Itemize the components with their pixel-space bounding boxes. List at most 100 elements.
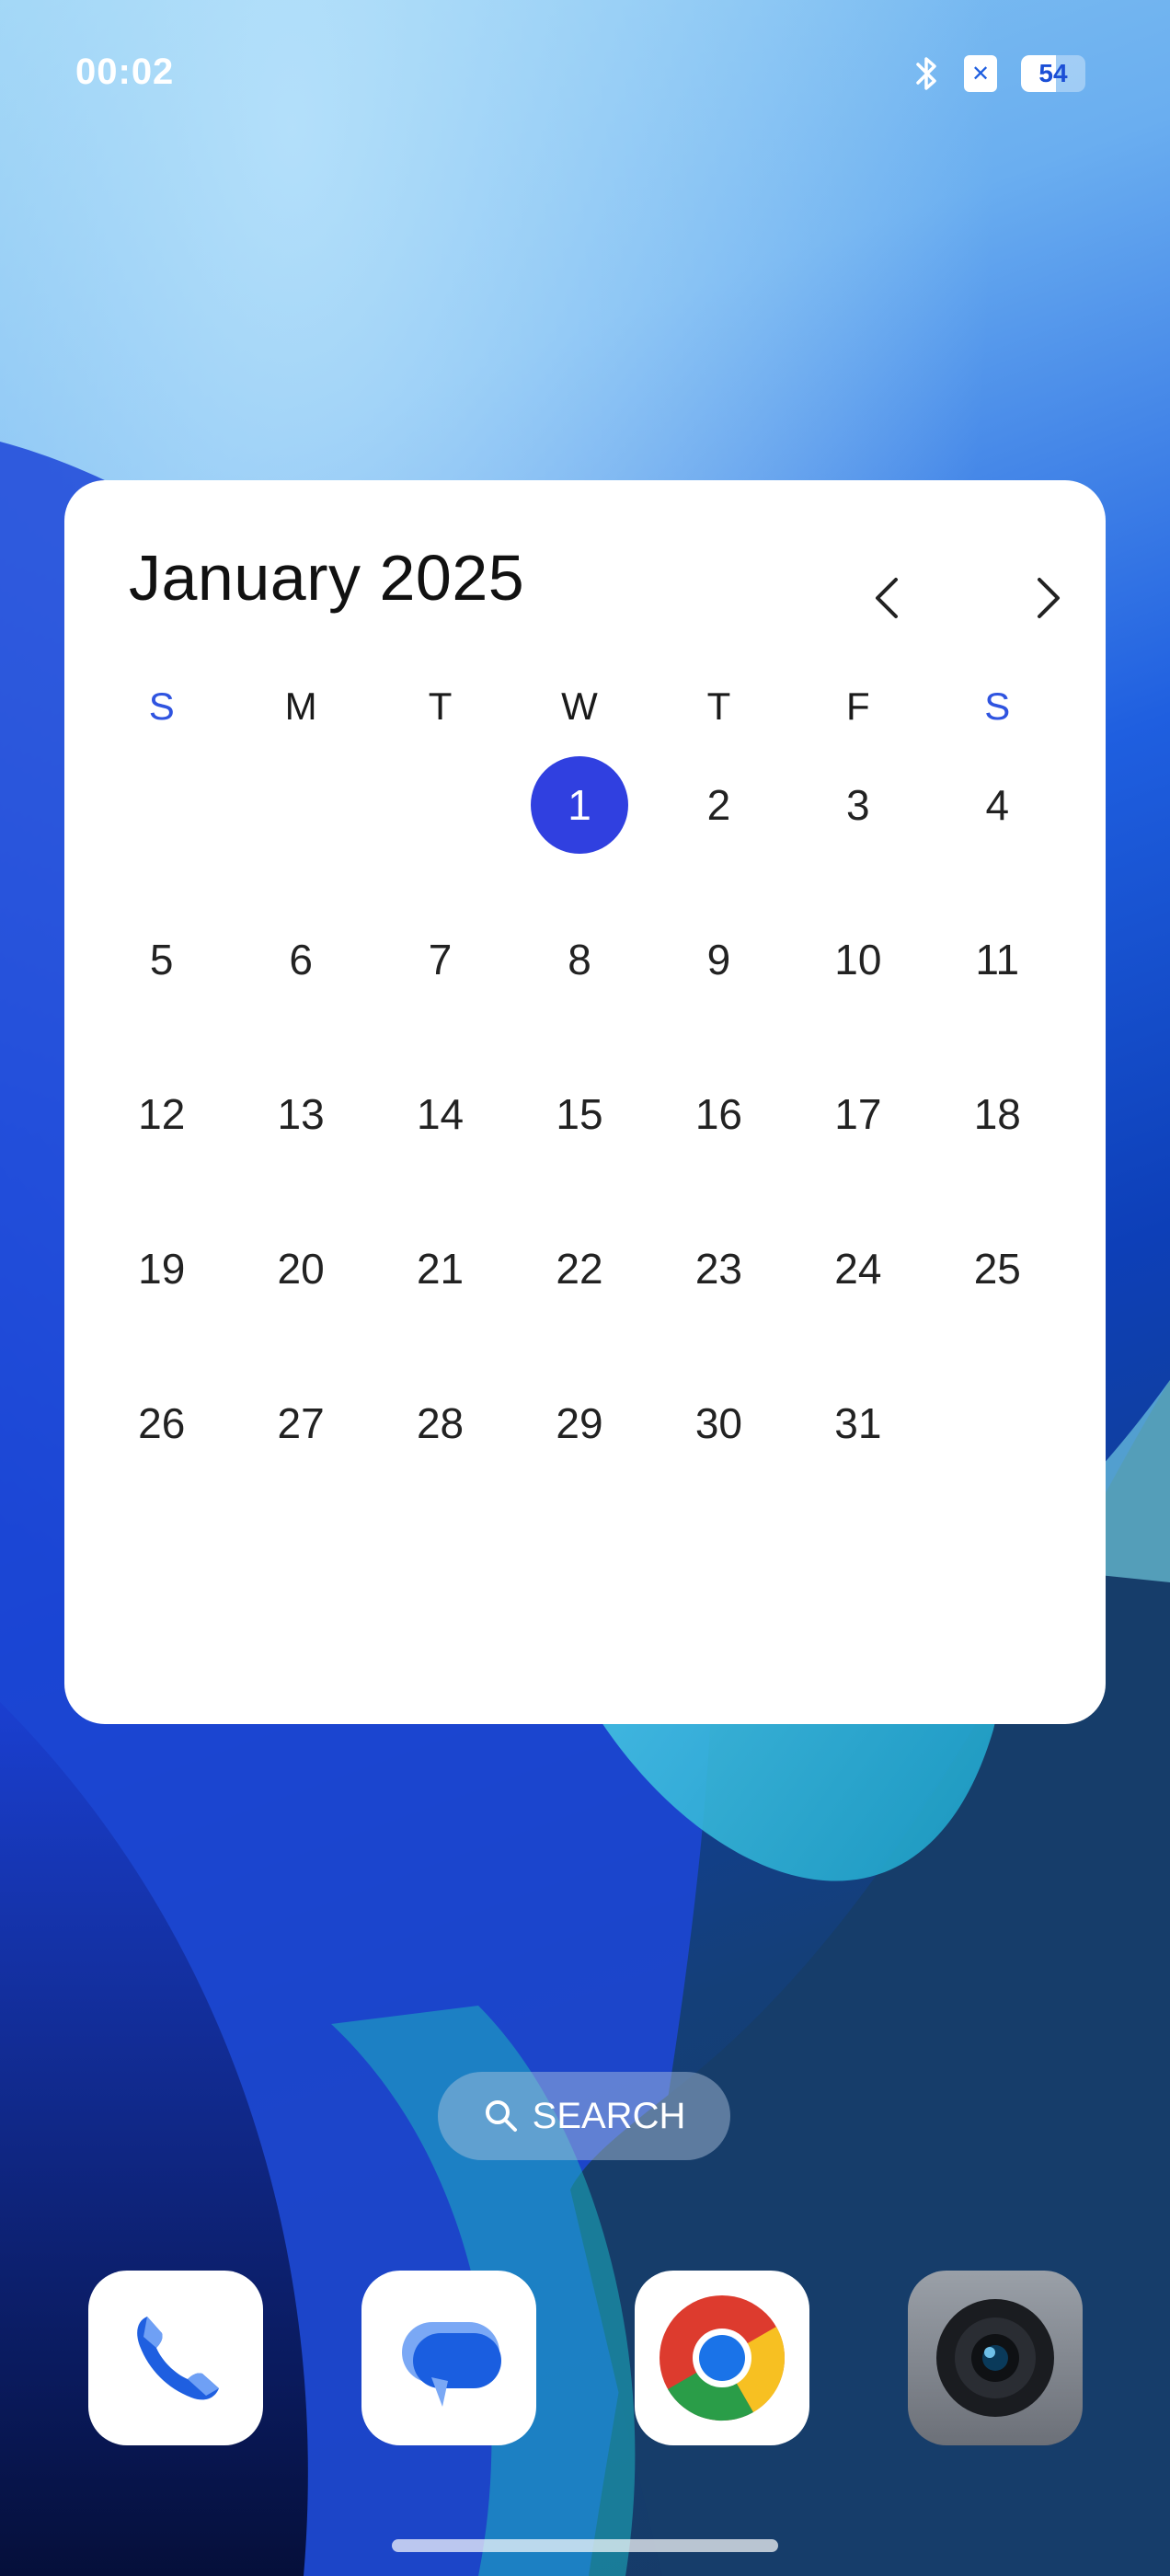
day-number: 8 (568, 936, 591, 983)
day-cell[interactable]: 17 (788, 1065, 927, 1220)
status-time: 00:02 (75, 52, 175, 92)
weekday-label: T (706, 684, 731, 728)
weekday-label: S (148, 684, 175, 728)
day-number: 7 (428, 936, 453, 983)
status-bar: 00:02 ✕ 54 (0, 0, 1170, 147)
day-cell[interactable]: 13 (231, 1065, 370, 1220)
day-cell[interactable]: 11 (928, 911, 1067, 1065)
phone-app[interactable] (88, 2271, 263, 2445)
day-number: 2 (706, 781, 731, 829)
weekday-label: F (846, 684, 870, 728)
day-number: 10 (834, 936, 882, 983)
day-number: 15 (556, 1090, 603, 1138)
day-cell[interactable]: 2 (649, 756, 788, 911)
bluetooth-icon (916, 57, 936, 90)
day-cell[interactable]: 14 (371, 1065, 510, 1220)
day-cell[interactable]: 22 (510, 1220, 648, 1374)
day-number: 26 (138, 1399, 186, 1447)
day-number: 17 (834, 1090, 882, 1138)
battery-percent: 54 (1038, 59, 1068, 87)
no-sim-icon: ✕ (964, 55, 997, 92)
calendar-widget[interactable]: January 2025 SMTWTFS 1 2 3 4 5 6 7 8 9 10 11 12 13 14… (64, 480, 1106, 1724)
day-cell[interactable]: 5 (92, 911, 231, 1065)
day-cell[interactable]: 10 (788, 911, 927, 1065)
day-number: 3 (846, 781, 870, 829)
day-number: 11 (975, 936, 1020, 983)
day-cell[interactable]: 24 (788, 1220, 927, 1374)
day-cell[interactable]: 4 (928, 756, 1067, 911)
day-cell[interactable]: 23 (649, 1220, 788, 1374)
day-cell[interactable]: 26 (92, 1374, 231, 1529)
day-cell[interactable]: 16 (649, 1065, 788, 1220)
day-number: 31 (834, 1399, 882, 1447)
day-number: 28 (416, 1399, 465, 1447)
day-number: 30 (694, 1399, 742, 1447)
home-screen: 00:02 ✕ 54 January 2025 S M T W T F S 1 … (0, 0, 1170, 2576)
search-label: SEARCH (532, 2095, 686, 2136)
days-grid: 1 2 3 4 5 6 7 8 9 10 11 12 13 14 15 16 17 18 19 20 21 22 23 24 2… (92, 756, 1067, 1529)
day-number: 20 (277, 1245, 325, 1293)
day-cell-today[interactable]: 1 (510, 756, 648, 911)
day-cell[interactable]: 7 (371, 911, 510, 1065)
next-month-button[interactable] (1012, 561, 1085, 635)
day-cell[interactable]: 12 (92, 1065, 231, 1220)
search-button[interactable]: SEARCH (438, 2072, 730, 2160)
battery-indicator: 54 (1021, 55, 1085, 92)
day-number: 13 (277, 1090, 325, 1138)
day-cell[interactable]: 6 (231, 911, 370, 1065)
empty-day-cell (92, 756, 231, 911)
weekday-label: S (984, 684, 1011, 728)
empty-day-cell (371, 756, 510, 911)
weekday-label: T (428, 684, 453, 728)
phone-icon (137, 2317, 219, 2400)
messages-icon (402, 2322, 501, 2407)
chrome-app[interactable] (635, 2271, 809, 2445)
day-cell[interactable]: 8 (510, 911, 648, 1065)
day-number: 9 (706, 936, 731, 983)
day-cell[interactable]: 20 (231, 1220, 370, 1374)
day-cell[interactable]: 19 (92, 1220, 231, 1374)
chrome-icon (660, 2295, 786, 2421)
day-number: 4 (985, 781, 1010, 829)
day-number: 19 (138, 1245, 186, 1293)
day-cell[interactable]: 31 (788, 1374, 927, 1529)
day-number: 22 (556, 1245, 603, 1293)
day-number: 27 (277, 1399, 325, 1447)
messages-app[interactable] (361, 2271, 536, 2445)
weekday-label: M (284, 684, 317, 728)
weekday-label: W (561, 684, 598, 728)
search-icon (485, 2100, 517, 2132)
previous-month-button[interactable] (850, 561, 923, 635)
day-number: 29 (556, 1399, 603, 1447)
battery-icon: 54 (1021, 55, 1085, 92)
day-cell[interactable]: 30 (649, 1374, 788, 1529)
day-cell[interactable]: 28 (371, 1374, 510, 1529)
day-cell[interactable]: 18 (928, 1065, 1067, 1220)
day-cell[interactable]: 3 (788, 756, 927, 911)
chevron-right-icon (1038, 578, 1060, 618)
day-number: 23 (694, 1245, 742, 1293)
day-number: 16 (694, 1090, 742, 1138)
day-number: 1 (530, 756, 628, 854)
day-number: 21 (416, 1245, 465, 1293)
day-number: 24 (834, 1245, 882, 1293)
camera-app[interactable] (908, 2271, 1083, 2445)
month-title: January 2025 (129, 542, 525, 614)
day-cell[interactable]: 21 (371, 1220, 510, 1374)
day-number: 6 (289, 936, 313, 983)
day-number: 25 (973, 1245, 1021, 1293)
camera-icon (936, 2299, 1054, 2417)
day-number: 18 (973, 1090, 1021, 1138)
day-cell[interactable]: 9 (649, 911, 788, 1065)
day-cell[interactable]: 15 (510, 1065, 648, 1220)
day-number: 5 (149, 936, 174, 983)
day-number: 12 (138, 1090, 186, 1138)
home-indicator[interactable] (392, 2539, 778, 2552)
empty-day-cell (231, 756, 370, 911)
weekday-header-row: SMTWTFS (92, 684, 1067, 729)
day-cell[interactable]: 27 (231, 1374, 370, 1529)
day-number: 14 (416, 1090, 465, 1138)
status-icons: ✕ 54 (914, 53, 1085, 94)
day-cell[interactable]: 29 (510, 1374, 648, 1529)
day-cell[interactable]: 25 (928, 1220, 1067, 1374)
